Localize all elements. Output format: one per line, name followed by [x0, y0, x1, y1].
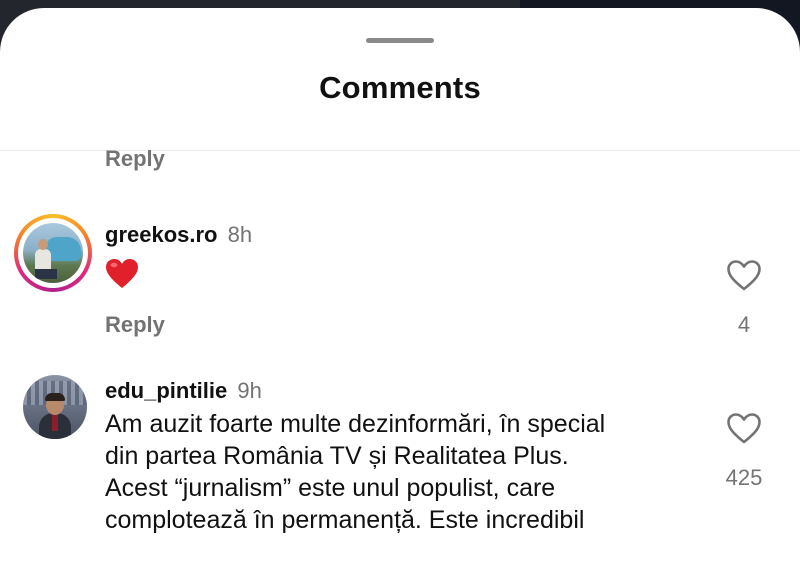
heart-outline-icon[interactable]	[726, 412, 762, 445]
reply-button[interactable]: Reply	[105, 312, 165, 338]
comment-time: 9h	[237, 378, 262, 403]
sheet-title: Comments	[319, 70, 481, 105]
comment-text: Am auzit foarte multe dezinformări, în s…	[105, 410, 606, 534]
comment-username[interactable]: greekos.ro	[105, 222, 218, 247]
heart-outline-icon[interactable]	[726, 259, 762, 292]
like-count: 4	[737, 312, 751, 337]
comments-sheet: Comments Reply greekos.ro 8h Reply 4 edu…	[0, 8, 800, 568]
reply-button[interactable]: Reply	[105, 146, 165, 172]
comment-meta: greekos.ro 8h	[105, 222, 252, 248]
comment-time: 8h	[227, 222, 253, 247]
comment-meta: edu_pintilie 9h	[105, 378, 262, 404]
comment-username[interactable]: edu_pintilie	[105, 378, 227, 403]
avatar	[23, 223, 83, 283]
drag-handle-icon[interactable]	[366, 38, 434, 43]
red-heart-emoji-icon	[106, 259, 138, 288]
like-count: 425	[725, 465, 763, 490]
story-ring[interactable]	[14, 214, 92, 292]
avatar[interactable]	[23, 375, 87, 439]
